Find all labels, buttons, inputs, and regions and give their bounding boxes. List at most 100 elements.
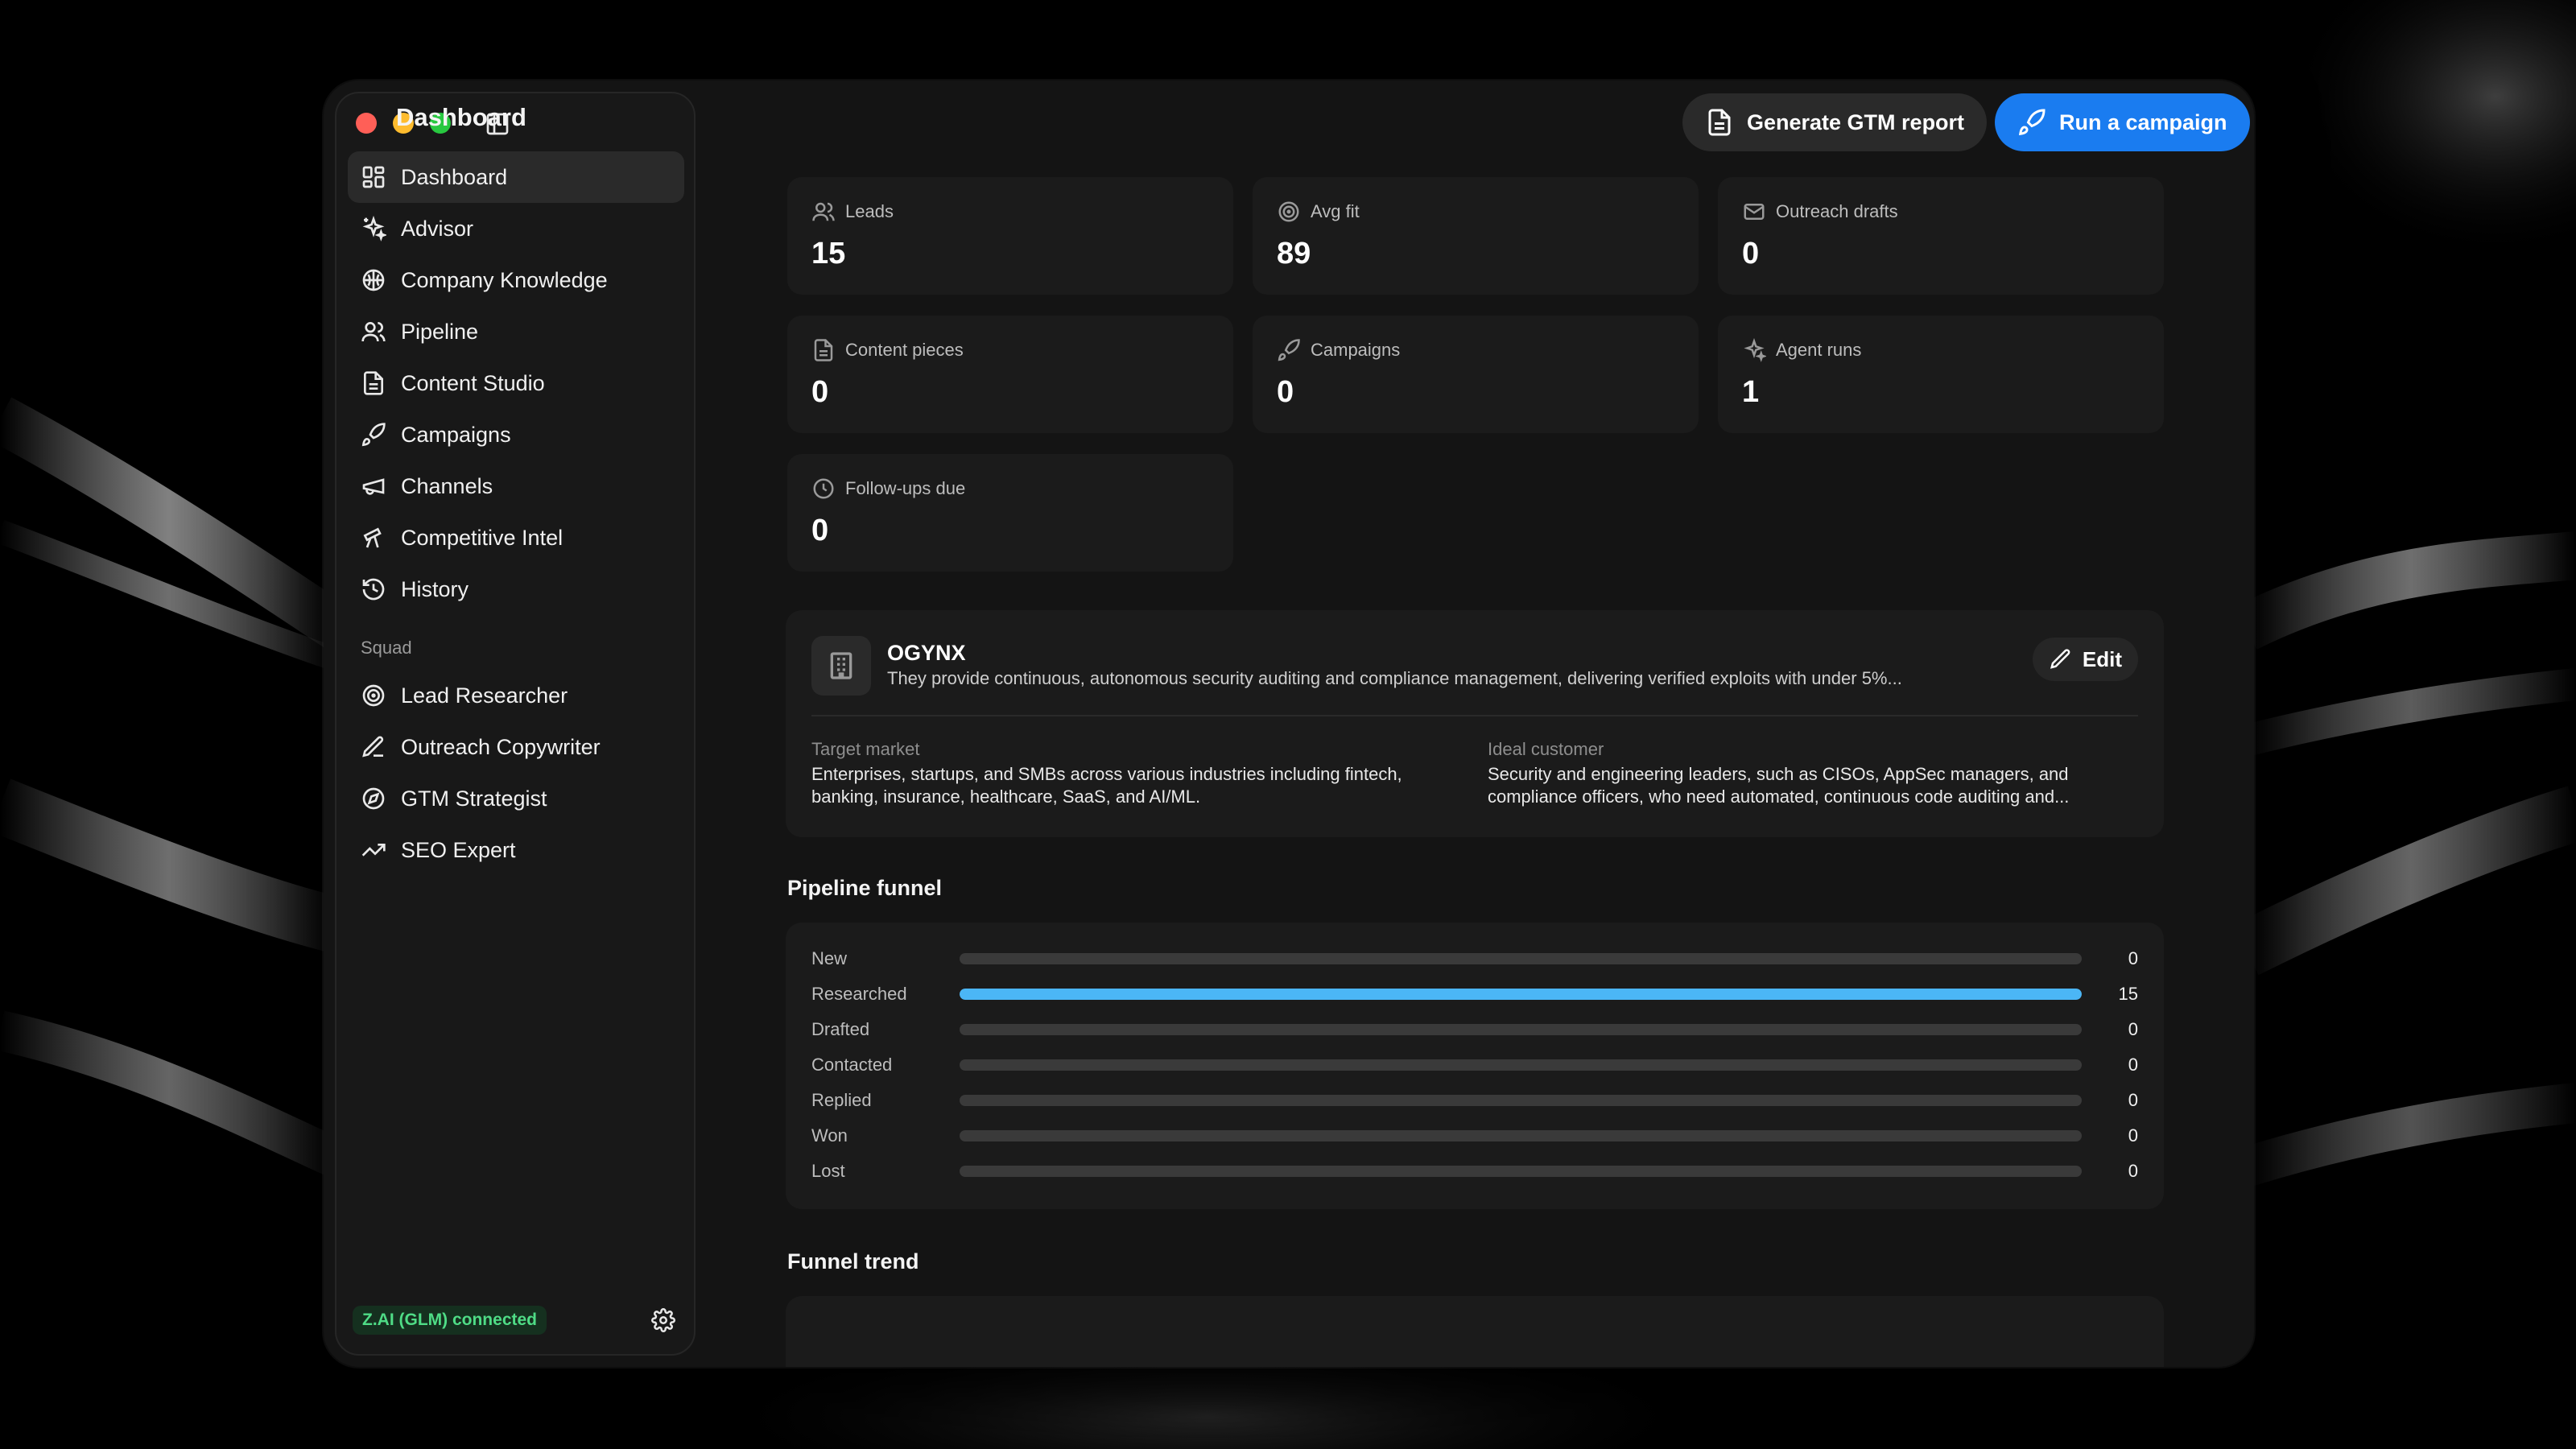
squad-section-label: Squad — [361, 638, 412, 658]
stat-card-avg-fit[interactable]: Avg fit 89 — [1253, 177, 1699, 295]
clock-icon — [813, 478, 834, 499]
funnel-row-drafted: Drafted 0 — [811, 1018, 2138, 1042]
generate-gtm-report-label: Generate GTM report — [1747, 109, 1965, 134]
funnel-trend-panel — [786, 1296, 2164, 1367]
sidebar-item-company-knowledge[interactable]: Company Knowledge — [348, 254, 684, 306]
funnel-stage-label: Replied — [811, 1090, 872, 1110]
sidebar-item-label: SEO Expert — [401, 837, 516, 862]
sidebar-item-label: Pipeline — [401, 319, 479, 344]
edit-company-button[interactable]: Edit — [2032, 638, 2138, 681]
sidebar-item-gtm-strategist[interactable]: GTM Strategist — [348, 773, 684, 824]
stat-label: Outreach drafts — [1776, 201, 1898, 221]
stat-value: 1 — [1742, 375, 1760, 409]
stat-value: 0 — [1742, 237, 1760, 270]
settings-gear-icon[interactable] — [649, 1306, 678, 1335]
run-campaign-label: Run a campaign — [2059, 109, 2227, 134]
pen-icon — [362, 736, 384, 758]
target-icon — [1278, 201, 1299, 222]
document-icon — [1708, 109, 1731, 136]
sidebar-item-lead-researcher[interactable]: Lead Researcher — [348, 670, 684, 721]
funnel-bar-track — [960, 1166, 2082, 1177]
funnel-stage-label: Researched — [811, 984, 907, 1004]
sidebar-item-advisor[interactable]: Advisor — [348, 203, 684, 254]
sidebar-item-seo-expert[interactable]: SEO Expert — [348, 824, 684, 876]
sidebar-item-history[interactable]: History — [348, 564, 684, 615]
funnel-bar-track — [960, 1024, 2082, 1035]
sidebar-item-pipeline[interactable]: Pipeline — [348, 306, 684, 357]
funnel-row-lost: Lost 0 — [811, 1159, 2138, 1183]
sidebar-item-label: History — [401, 576, 469, 601]
sidebar-item-label: GTM Strategist — [401, 786, 547, 811]
brain-icon — [362, 269, 385, 291]
stat-value: 0 — [811, 375, 829, 409]
sidebar-item-dashboard[interactable]: Dashboard — [348, 151, 684, 203]
funnel-stage-label: New — [811, 948, 848, 968]
funnel-bar-track — [960, 1095, 2082, 1106]
stat-label: Leads — [845, 201, 894, 221]
stat-label: Agent runs — [1776, 340, 1862, 360]
funnel-stage-value: 0 — [2128, 948, 2138, 968]
trending-up-icon — [361, 844, 386, 857]
target-market-label: Target market — [811, 739, 920, 759]
rocket-icon — [1278, 339, 1300, 361]
sidebar-item-label: Channels — [401, 473, 493, 498]
stat-value: 0 — [1277, 375, 1294, 409]
telescope-icon — [363, 527, 382, 548]
stat-label: Campaigns — [1311, 340, 1401, 360]
stat-card-outreach-drafts[interactable]: Outreach drafts 0 — [1718, 177, 2164, 295]
target-market-text: Enterprises, startups, and SMBs across v… — [811, 764, 1402, 807]
target-market-block: Target market Enterprises, startups, and… — [811, 739, 1463, 808]
sidebar-item-label: Outreach Copywriter — [401, 734, 601, 759]
funnel-stage-value: 0 — [2128, 1019, 2138, 1039]
stat-value: 15 — [811, 237, 846, 270]
funnel-bar-track — [960, 1059, 2082, 1071]
generate-gtm-report-button[interactable]: Generate GTM report — [1682, 93, 1988, 151]
stat-card-content-pieces[interactable]: Content pieces 0 — [787, 316, 1233, 433]
sidebar-item-label: Lead Researcher — [401, 683, 568, 708]
funnel-trend-title: Funnel trend — [787, 1249, 919, 1274]
mail-icon — [1744, 204, 1765, 220]
pipeline-funnel-panel: New 0 Researched 15 Drafted 0 Contacted … — [786, 923, 2164, 1209]
document-icon — [814, 339, 833, 361]
users-icon — [361, 322, 386, 342]
funnel-stage-label: Lost — [811, 1161, 845, 1181]
funnel-stage-label: Drafted — [811, 1019, 870, 1039]
rocket-icon — [2018, 109, 2046, 136]
document-icon — [364, 371, 383, 395]
sidebar-item-label: Dashboard — [401, 164, 508, 189]
page-title: Dashboard — [396, 103, 526, 131]
company-profile-card: OGYNX They provide continuous, autonomou… — [786, 610, 2164, 837]
stat-card-follow-ups-due[interactable]: Follow-ups due 0 — [787, 454, 1233, 572]
megaphone-icon — [362, 478, 385, 495]
company-name: OGYNX — [887, 641, 966, 665]
close-window-button[interactable] — [356, 113, 377, 134]
rocket-icon — [361, 423, 386, 447]
ideal-customer-text: Security and engineering leaders, such a… — [1488, 764, 2070, 807]
funnel-row-won: Won 0 — [811, 1124, 2138, 1148]
stat-label: Content pieces — [845, 340, 964, 360]
sidebar-item-channels[interactable]: Channels — [348, 460, 684, 512]
stat-label: Avg fit — [1311, 201, 1360, 221]
compass-icon — [362, 787, 385, 810]
funnel-row-replied: Replied 0 — [811, 1088, 2138, 1113]
sidebar-item-outreach-copywriter[interactable]: Outreach Copywriter — [348, 721, 684, 773]
stat-card-leads[interactable]: Leads 15 — [787, 177, 1233, 295]
sidebar-item-campaigns[interactable]: Campaigns — [348, 409, 684, 460]
sidebar-item-content-studio[interactable]: Content Studio — [348, 357, 684, 409]
company-description: They provide continuous, autonomous secu… — [887, 668, 1902, 688]
sidebar-item-competitive-intel[interactable]: Competitive Intel — [348, 512, 684, 564]
users-icon — [812, 202, 835, 221]
run-campaign-button[interactable]: Run a campaign — [1995, 93, 2250, 151]
funnel-bar-fill — [960, 989, 2082, 1000]
funnel-stage-value: 15 — [2118, 984, 2138, 1004]
funnel-bar-track — [960, 989, 2082, 1000]
pencil-icon — [2050, 649, 2070, 669]
sidebar-item-label: Company Knowledge — [401, 267, 608, 292]
funnel-row-researched: Researched 15 — [811, 982, 2138, 1006]
dashboard-icon — [362, 166, 385, 188]
stat-card-agent-runs[interactable]: Agent runs 1 — [1718, 316, 2164, 433]
stat-card-campaigns[interactable]: Campaigns 0 — [1253, 316, 1699, 433]
stat-label: Follow-ups due — [845, 478, 966, 498]
funnel-row-new: New 0 — [811, 947, 2138, 971]
sidebar-item-label: Advisor — [401, 216, 474, 241]
